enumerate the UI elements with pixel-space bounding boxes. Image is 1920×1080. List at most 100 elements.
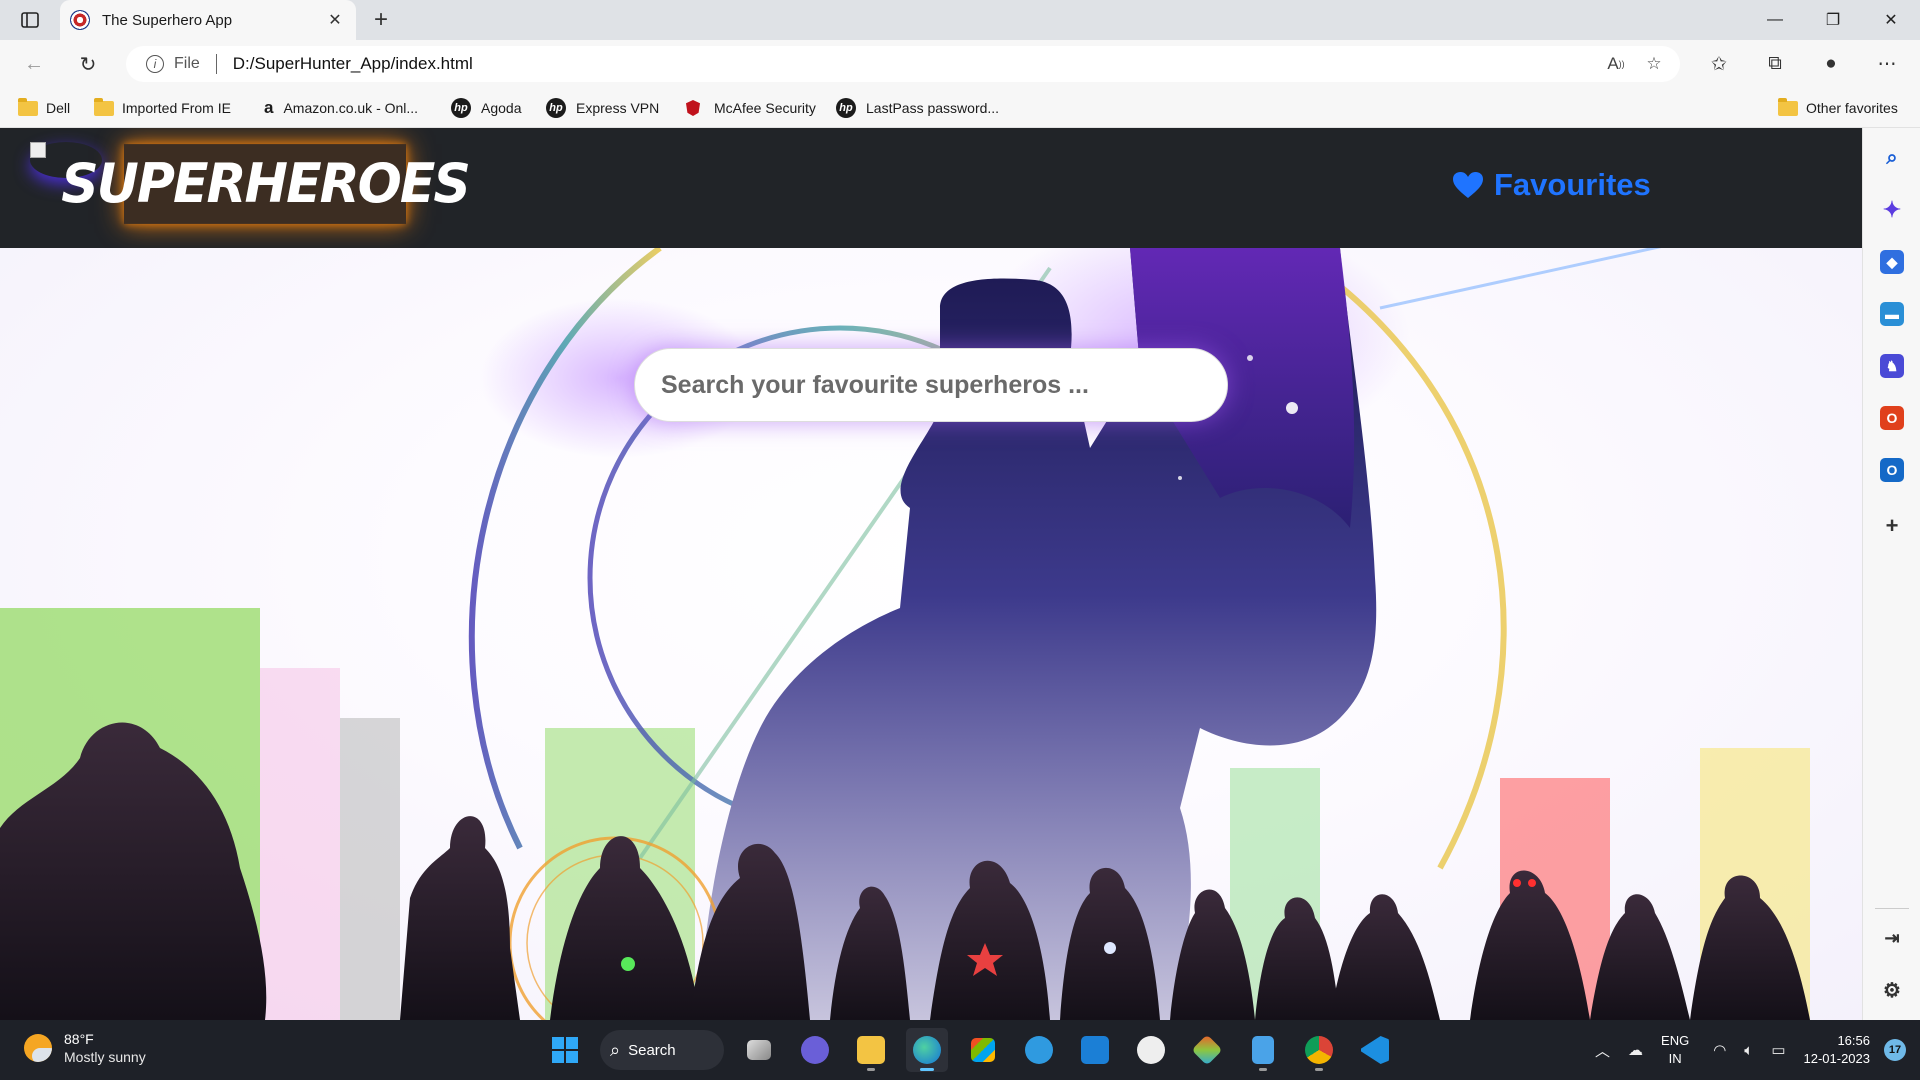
- close-window-icon[interactable]: ✕: [1862, 0, 1920, 40]
- favorite-express-vpn[interactable]: hp Express VPN: [546, 96, 659, 120]
- clock[interactable]: 16:56 12-01-2023: [1804, 1032, 1871, 1068]
- system-tray: ︿ ☁ ENG IN ◠ 🔈︎ ▭ 16:56 12-01-2023 17: [1595, 1020, 1920, 1080]
- search-input[interactable]: [635, 349, 1227, 421]
- more-menu-icon[interactable]: ⋯: [1872, 49, 1902, 79]
- tab-actions-icon[interactable]: [12, 6, 48, 34]
- browser-tab[interactable]: The Superhero App ✕: [60, 0, 356, 40]
- app-circle-button[interactable]: [1130, 1028, 1172, 1072]
- onedrive-icon[interactable]: ☁: [1628, 1041, 1643, 1059]
- minimize-icon[interactable]: —: [1746, 0, 1804, 40]
- app-blue-button[interactable]: [1074, 1028, 1116, 1072]
- profile-icon[interactable]: ●: [1816, 49, 1846, 79]
- other-favorites[interactable]: Other favorites: [1778, 96, 1898, 120]
- favorite-dell[interactable]: Dell: [18, 96, 70, 120]
- taskbar: 88°F Mostly sunny ⌕ Search ︿ ☁ ENG IN ◠: [0, 1020, 1920, 1080]
- settings-icon[interactable]: ⚙: [1880, 978, 1904, 1002]
- edge-button[interactable]: [906, 1028, 948, 1072]
- hp-icon: hp: [836, 98, 856, 118]
- help-button[interactable]: [1018, 1028, 1060, 1072]
- heart-icon: [1453, 172, 1483, 198]
- favorite-mcafee[interactable]: McAfee Security: [686, 96, 816, 120]
- close-tab-icon[interactable]: ✕: [324, 9, 346, 31]
- hp-icon: hp: [546, 98, 566, 118]
- start-button[interactable]: [544, 1028, 586, 1072]
- info-icon[interactable]: i: [146, 55, 164, 73]
- taskbar-search-label: Search: [628, 1041, 676, 1059]
- games-icon[interactable]: ♞: [1880, 354, 1904, 378]
- running-indicator: [867, 1068, 875, 1071]
- app-git-button[interactable]: [1186, 1028, 1228, 1072]
- mcafee-icon: [686, 100, 700, 116]
- url-text[interactable]: D:/SuperHunter_App/index.html: [233, 54, 473, 74]
- collections-icon[interactable]: ⧉: [1760, 49, 1790, 79]
- favourites-link[interactable]: Favourites: [1452, 164, 1651, 206]
- address-bar[interactable]: i File D:/SuperHunter_App/index.html A))…: [126, 46, 1680, 82]
- running-indicator: [1259, 1068, 1267, 1071]
- language-indicator[interactable]: ENG IN: [1661, 1032, 1689, 1068]
- weather-widget[interactable]: 88°F Mostly sunny: [24, 1030, 146, 1066]
- favorite-label: Amazon.co.uk - Onl...: [283, 100, 419, 116]
- folder-icon: [857, 1036, 885, 1064]
- running-indicator: [920, 1068, 934, 1071]
- volume-icon[interactable]: 🔈︎: [1744, 1042, 1753, 1059]
- hide-sidebar-icon[interactable]: ⇥: [1880, 926, 1904, 950]
- search-icon: ⌕: [610, 1039, 621, 1060]
- tab-title: The Superhero App: [102, 11, 233, 29]
- favorite-amazon[interactable]: a Amazon.co.uk - Onl...: [264, 96, 418, 120]
- title-bar: The Superhero App ✕ + — ❐ ✕: [0, 0, 1920, 40]
- show-hidden-icons[interactable]: ︿: [1595, 1040, 1610, 1061]
- folder-icon: [18, 97, 38, 116]
- lang-top: ENG: [1661, 1033, 1690, 1048]
- notification-badge[interactable]: 17: [1884, 1039, 1906, 1061]
- vscode-button[interactable]: [1354, 1028, 1396, 1072]
- battery-icon[interactable]: ▭: [1771, 1041, 1785, 1059]
- broken-image-icon: [30, 142, 46, 158]
- tools-icon[interactable]: ▬: [1880, 302, 1904, 326]
- edge-icon: [913, 1036, 941, 1064]
- favorite-label: Imported From IE: [122, 100, 231, 116]
- folder-icon: [94, 97, 114, 116]
- new-tab-icon[interactable]: +: [366, 6, 396, 34]
- favorite-lastpass[interactable]: hp LastPass password...: [836, 96, 999, 120]
- favourites-label: Favourites: [1494, 167, 1651, 202]
- app-icon: [1137, 1036, 1165, 1064]
- wifi-icon[interactable]: ◠: [1713, 1041, 1726, 1059]
- url-scheme: File: [174, 55, 200, 72]
- taskbar-search[interactable]: ⌕ Search: [600, 1030, 724, 1070]
- teams-button[interactable]: [794, 1028, 836, 1072]
- restore-icon[interactable]: ❐: [1804, 0, 1862, 40]
- notepad-button[interactable]: [1242, 1028, 1284, 1072]
- file-explorer-button[interactable]: [850, 1028, 892, 1072]
- hp-icon: hp: [451, 98, 471, 118]
- weather-temp: 88°F: [64, 1031, 94, 1047]
- site-logo[interactable]: SUPERHEROES: [61, 144, 471, 224]
- chrome-button[interactable]: [1298, 1028, 1340, 1072]
- store-button[interactable]: [962, 1028, 1004, 1072]
- windows-icon: [552, 1037, 578, 1063]
- search-icon[interactable]: ⌕: [1880, 146, 1904, 170]
- copilot-icon[interactable]: ✦: [1880, 197, 1904, 222]
- task-view-button[interactable]: [738, 1028, 780, 1072]
- favorite-agoda[interactable]: hp Agoda: [451, 96, 521, 120]
- read-aloud-icon[interactable]: A)): [1604, 52, 1628, 76]
- notepad-icon: [1252, 1036, 1274, 1064]
- sidebar-divider: [1875, 908, 1909, 909]
- office-icon[interactable]: O: [1880, 406, 1904, 430]
- add-favorite-icon[interactable]: ☆: [1642, 52, 1666, 76]
- refresh-icon[interactable]: ↻: [72, 49, 104, 79]
- browser-toolbar: ✩ ⧉ ● ⋯: [1704, 49, 1902, 79]
- shopping-icon[interactable]: ◆: [1880, 250, 1904, 274]
- app-icon: [1191, 1034, 1223, 1066]
- site-header: SUPERHEROES Favourites: [0, 128, 1862, 248]
- favorite-imported-from-ie[interactable]: Imported From IE: [94, 96, 231, 120]
- window-controls: — ❐ ✕: [1746, 0, 1920, 40]
- favorites-icon[interactable]: ✩: [1704, 49, 1734, 79]
- add-icon[interactable]: +: [1880, 513, 1904, 538]
- folder-icon: [1778, 97, 1798, 116]
- outlook-icon[interactable]: O: [1880, 458, 1904, 482]
- favorite-label: Express VPN: [576, 100, 660, 116]
- clock-time: 16:56: [1837, 1033, 1870, 1048]
- back-icon[interactable]: ←: [18, 49, 50, 79]
- task-view-icon: [747, 1040, 771, 1060]
- superhero-search-box[interactable]: [634, 348, 1228, 422]
